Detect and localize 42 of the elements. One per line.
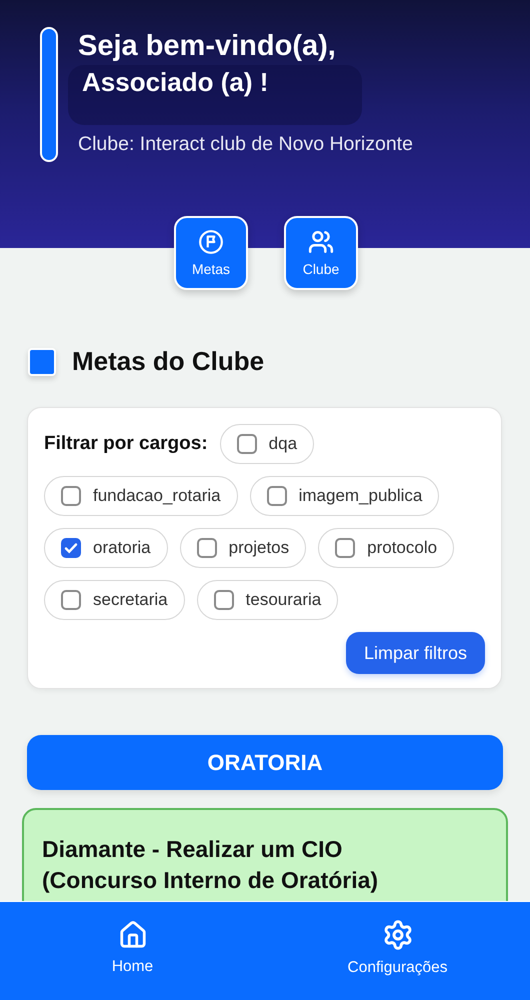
club-name: Clube: Interact club de Novo Horizonte [78,133,413,156]
quick-action-button[interactable]: Clube [284,216,358,290]
chip-label: projetos [228,538,290,558]
user-name: Associado (a) ! [68,65,362,125]
checkbox[interactable] [61,538,81,558]
checkbox[interactable] [196,538,217,558]
settings-icon [382,919,414,951]
category-header: ORATORIA [27,735,503,790]
goal-title: Diamante - Realizar um CIO (Concurso Interno de Oratória) [42,835,380,895]
chip-label: imagem_publica [298,486,422,506]
filter-chip[interactable]: projetos [180,528,306,568]
clear-filters-button[interactable]: Limpar filtros [346,632,485,674]
nav-item[interactable]: Home [0,902,265,1000]
chip-label: secretaria [93,590,168,610]
checkbox[interactable] [236,434,257,454]
filter-chip[interactable]: protocolo [318,528,454,568]
greeting-text: Seja bem-vindo(a), [78,29,337,64]
chip-label: fundacao_rotaria [93,486,221,506]
filter-chip[interactable]: imagem_publica [250,476,440,516]
checkbox[interactable] [335,538,356,558]
filter-chip[interactable]: tesouraria [196,580,338,620]
checkbox[interactable] [214,590,234,610]
flag-icon [198,229,224,255]
section-title: Metas do Clube [72,346,264,377]
home-icon [118,920,148,950]
check-icon [64,541,78,555]
filter-chip[interactable]: fundacao_rotaria [44,476,238,516]
chip-label: oratoria [93,538,151,558]
checkbox[interactable] [61,486,81,506]
checkbox[interactable] [61,590,81,610]
section-marker [28,348,56,376]
nav-item[interactable]: Configurações [265,902,530,1000]
filter-chip[interactable]: dqa [220,424,314,464]
filter-chip[interactable]: oratoria [44,528,168,568]
chip-label: protocolo [367,538,438,558]
filter-label: Filtrar por cargos: [44,433,208,455]
checkbox[interactable] [266,486,287,506]
people-icon [308,229,334,255]
filter-chip[interactable]: secretaria [44,580,185,620]
quick-action-button[interactable]: Metas [174,216,248,290]
chip-label: dqa [268,434,298,454]
chip-label: tesouraria [246,590,322,610]
